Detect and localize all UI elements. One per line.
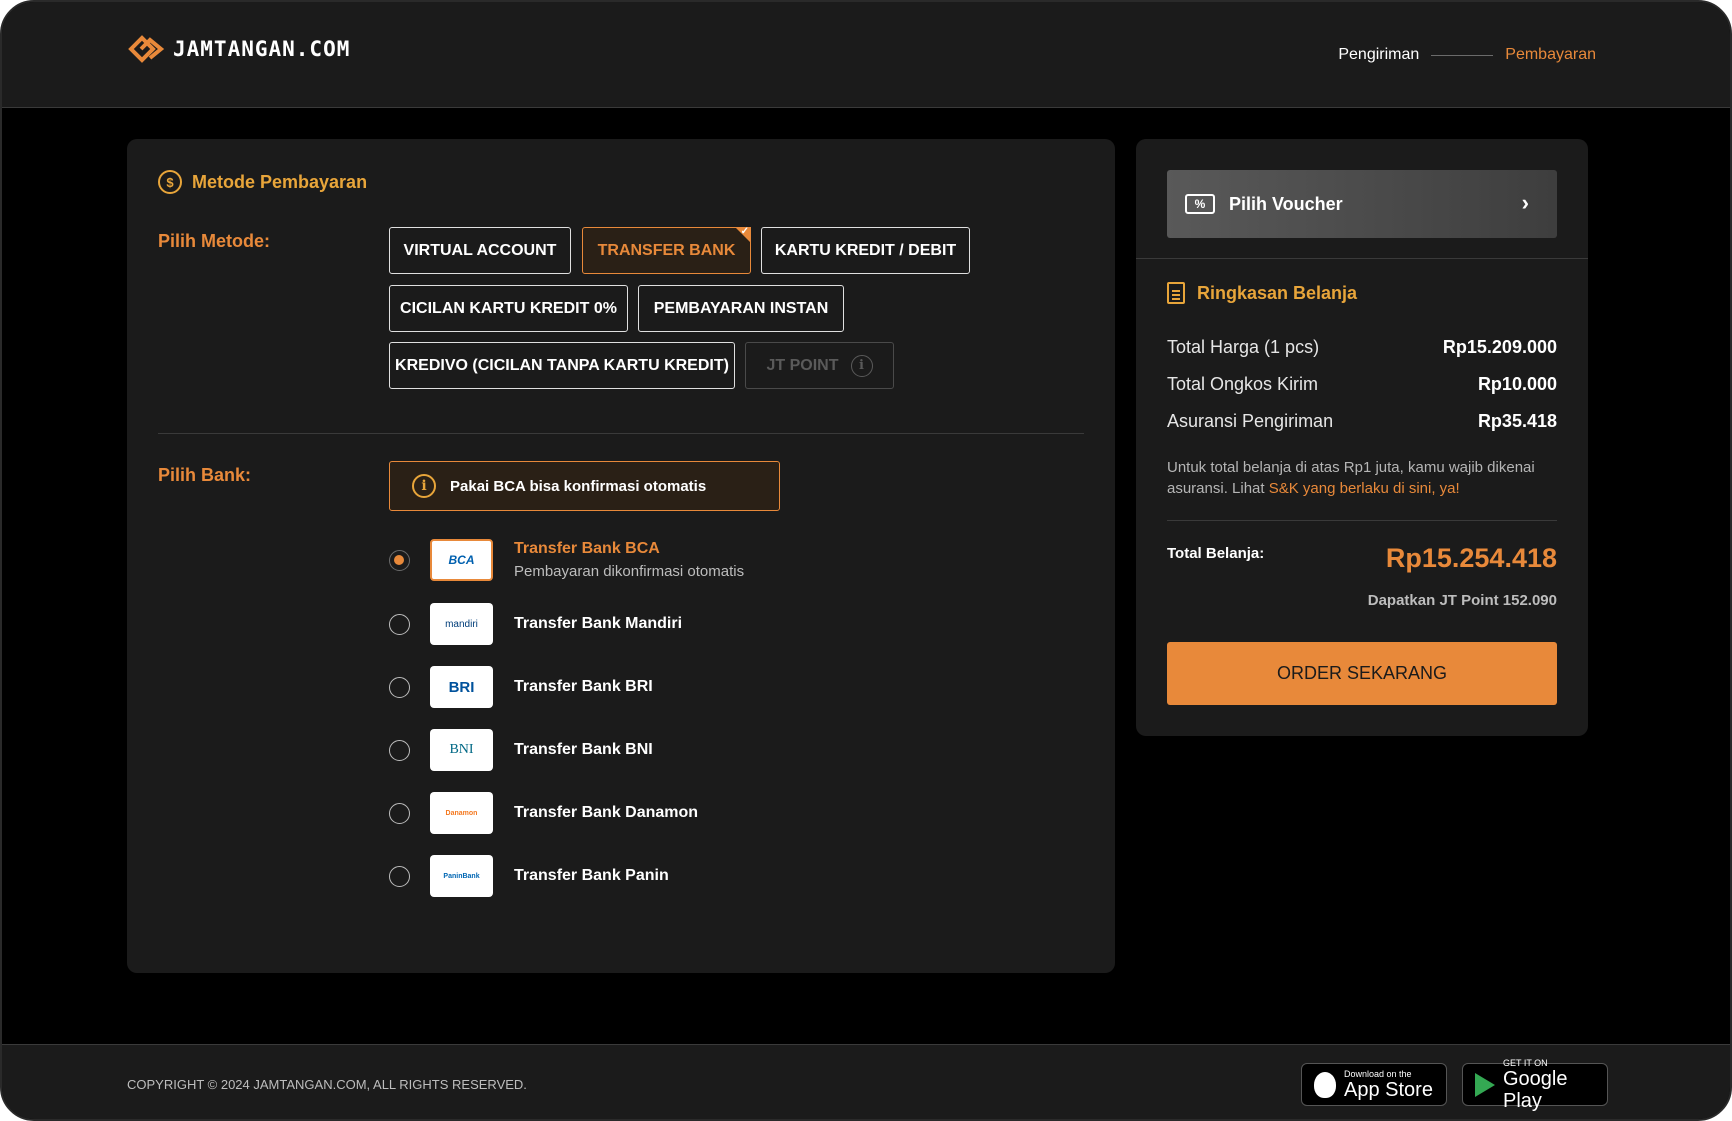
summary-divider [1167,520,1557,521]
page-frame: JAMTANGAN.COM Pengiriman Pembayaran $ Me… [0,0,1732,1121]
bank-name: Transfer Bank Panin [514,867,669,884]
bank-radio[interactable] [389,865,410,887]
method-kredivo[interactable]: KREDIVO (CICILAN TANPA KARTU KREDIT) [389,342,735,389]
voucher-icon: % [1185,194,1215,214]
method-transfer-bank[interactable]: TRANSFER BANK ✓ [582,227,751,274]
info-icon: i [412,474,436,498]
voucher-label: Pilih Voucher [1229,193,1343,214]
step-shipping: Pengiriman [1338,46,1420,63]
summary-row-insurance: Asuransi Pengiriman Rp35.418 [1167,411,1557,432]
checkout-steps: Pengiriman Pembayaran [1338,46,1596,64]
method-label-text: KARTU KREDIT / DEBIT [774,241,957,259]
bank-radio[interactable] [389,549,410,571]
method-virtual-account[interactable]: VIRTUAL ACCOUNT [389,227,571,274]
summary-row-label: Total Ongkos Kirim [1167,374,1319,394]
voucher-divider [1136,258,1588,259]
header: JAMTANGAN.COM Pengiriman Pembayaran [2,2,1730,108]
method-jt-point: JT POINT i [745,342,894,389]
method-label-text: TRANSFER BANK [597,241,736,259]
summary-row-label: Asuransi Pengiriman [1167,411,1334,431]
info-icon[interactable]: i [850,354,873,377]
summary-row-value: Rp35.418 [1477,411,1557,431]
google-play-icon [1475,1072,1495,1097]
method-label: Pilih Metode: [158,231,270,251]
bank-label: Pilih Bank: [158,465,252,485]
summary-row-value: Rp15.209.000 [1442,337,1557,357]
bank-radio[interactable] [389,802,410,824]
summary-row-value: Rp10.000 [1477,374,1557,394]
bri-logo: BRI [430,666,493,708]
logo-text: JAMTANGAN.COM [173,37,351,61]
insurance-note: Untuk total belanja di atas Rp1 juta, ka… [1167,457,1562,499]
order-button-label: ORDER SEKARANG [1276,663,1448,683]
copyright: COPYRIGHT © 2024 JAMTANGAN.COM, ALL RIGH… [127,1077,527,1092]
summary-title: Ringkasan Belanja [1167,282,1357,304]
bank-option-panin[interactable]: PaninBank Transfer Bank Panin [389,855,669,897]
bank-option-bni[interactable]: BNI Transfer Bank BNI [389,729,653,771]
bank-sub: Pembayaran dikonfirmasi otomatis [514,563,745,580]
panin-logo: PaninBank [430,855,493,897]
bank-name: Transfer Bank Mandiri [514,615,683,632]
terms-link[interactable]: S&K yang berlaku di sini, ya! [1269,480,1460,497]
order-button[interactable]: ORDER SEKARANG [1167,642,1557,705]
bank-option-mandiri[interactable]: mandiri Transfer Bank Mandiri [389,603,682,645]
chevron-right-icon: › [1521,190,1529,215]
method-installment[interactable]: CICILAN KARTU KREDIT 0% [389,285,628,332]
method-label-text: JT POINT [766,356,839,374]
summary-title-text: Ringkasan Belanja [1197,282,1358,303]
notice-text: Pakai BCA bisa konfirmasi otomatis [450,477,707,495]
method-label-text: PEMBAYARAN INSTAN [653,299,829,317]
step-connector [1431,54,1494,56]
google-play-badge[interactable]: GET IT ON Google Play [1462,1058,1608,1112]
section-divider [158,433,1084,434]
app-store-badge[interactable]: Download on the App Store [1301,1063,1447,1106]
step-payment: Pembayaran [1505,46,1596,63]
google-play-small: GET IT ON [1503,1057,1548,1068]
summary-row-price: Total Harga (1 pcs) Rp15.209.000 [1167,337,1557,358]
bank-option-bri[interactable]: BRI Transfer Bank BRI [389,666,653,708]
google-play-big: Google Play [1503,1067,1568,1112]
method-label-text: KREDIVO (CICILAN TANPA KARTU KREDIT) [395,356,729,374]
payment-method-title: $ Metode Pembayaran [158,170,367,194]
summary-panel: % Pilih Voucher › Ringkasan Belanja Tota… [1136,139,1588,736]
bank-radio[interactable] [389,676,410,698]
document-icon [1167,282,1185,304]
google-play-text: GET IT ON Google Play [1503,1058,1595,1112]
bank-name: Transfer Bank Danamon [514,804,699,821]
mandiri-logo: mandiri [430,603,493,645]
payment-method-title-text: Metode Pembayaran [192,171,368,192]
method-label-text: VIRTUAL ACCOUNT [403,241,557,259]
check-icon: ✓ [740,226,749,237]
total-label: Total Belanja: [1167,545,1265,562]
bank-name: Transfer Bank BNI [514,741,653,758]
voucher-button[interactable]: % Pilih Voucher › [1167,170,1557,238]
dollar-icon: $ [158,170,182,194]
bca-logo: BCA [430,539,493,581]
jt-point-text: Dapatkan JT Point 152.090 [1367,592,1557,609]
app-store-big: App Store [1344,1078,1433,1101]
payment-method-panel: $ Metode Pembayaran Pilih Metode: VIRTUA… [127,139,1115,973]
bank-text: Transfer Bank BCA Pembayaran dikonfirmas… [514,540,744,580]
total-value: Rp15.254.418 [1385,543,1557,573]
method-instant-payment[interactable]: PEMBAYARAN INSTAN [638,285,844,332]
danamon-logo: Danamon [430,792,493,834]
bank-radio[interactable] [389,739,410,761]
footer: COPYRIGHT © 2024 JAMTANGAN.COM, ALL RIGH… [2,1044,1730,1119]
method-credit-card[interactable]: KARTU KREDIT / DEBIT [761,227,970,274]
logo-icon [128,35,165,63]
bank-option-danamon[interactable]: Danamon Transfer Bank Danamon [389,792,698,834]
bni-logo: BNI [430,729,493,771]
bank-name: Transfer Bank BCA [514,540,660,557]
logo[interactable]: JAMTANGAN.COM [127,34,350,64]
summary-row-label: Total Harga (1 pcs) [1167,337,1320,357]
app-store-text: Download on the App Store [1344,1069,1433,1101]
bca-notice: i Pakai BCA bisa konfirmasi otomatis [389,461,780,511]
bank-radio[interactable] [389,613,410,635]
apple-icon [1314,1071,1336,1098]
summary-row-shipping: Total Ongkos Kirim Rp10.000 [1167,374,1557,395]
method-label-text: CICILAN KARTU KREDIT 0% [400,299,617,317]
bank-option-bca[interactable]: BCA Transfer Bank BCA Pembayaran dikonfi… [389,539,744,581]
bank-name: Transfer Bank BRI [514,678,653,695]
app-store-small: Download on the [1344,1068,1412,1079]
